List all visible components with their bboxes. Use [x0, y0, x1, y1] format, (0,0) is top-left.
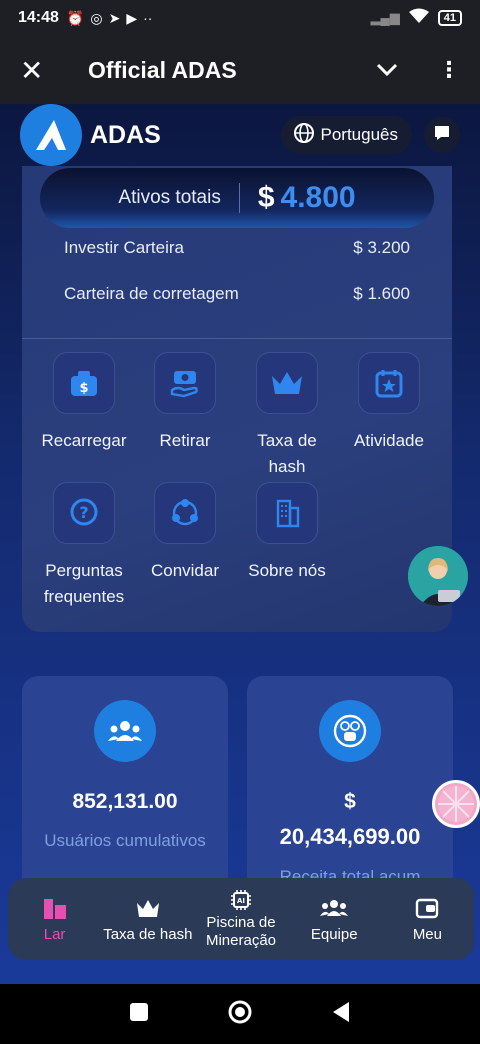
bottom-tab-bar: Lar Taxa de hash AI Piscina de Mineração…	[8, 878, 474, 960]
share-nodes-icon	[154, 482, 216, 544]
wallet-icon	[381, 896, 474, 920]
action-label: Convidar	[150, 561, 220, 580]
home-icon	[8, 896, 101, 920]
chat-button[interactable]	[424, 117, 460, 153]
action-label: Atividade	[354, 431, 424, 450]
action-label: Taxa de hash	[257, 431, 317, 476]
tab-label: Taxa de hash	[103, 925, 193, 943]
wallet-dollar-icon: $	[53, 352, 115, 414]
app-bar: ✕ Official ADAS ⋮	[0, 36, 480, 104]
action-hash-rate[interactable]: Taxa de hash	[237, 352, 337, 480]
divider	[22, 338, 452, 339]
globe-icon	[293, 122, 315, 149]
battery-indicator: 41	[437, 10, 462, 26]
web-page: ADAS Português Ativos totais $ 4.800 Inv…	[0, 104, 480, 984]
action-activity[interactable]: Atividade	[339, 352, 439, 454]
telegram-icon: ➤	[108, 9, 121, 26]
signal-icon: ▂▄▆	[370, 10, 400, 25]
action-about[interactable]: Sobre nós	[237, 482, 337, 584]
crown-icon	[256, 352, 318, 414]
language-label: Português	[320, 125, 399, 144]
back-button[interactable]	[331, 1001, 351, 1028]
wallet-card: Ativos totais $ 4.800 Investir Carteira …	[22, 166, 452, 632]
tab-team[interactable]: Equipe	[288, 896, 381, 943]
action-faq[interactable]: ? Perguntas frequentes	[34, 482, 134, 610]
whatsapp-icon: ◎	[90, 9, 103, 26]
svg-text:AI: AI	[237, 897, 245, 905]
adas-logo	[20, 104, 82, 166]
chevron-down-icon[interactable]	[376, 57, 398, 83]
recents-button[interactable]	[129, 1002, 149, 1027]
svg-text:$: $	[79, 381, 88, 396]
tab-mining-pool[interactable]: AI Piscina de Mineração	[194, 888, 287, 950]
page-title: Official ADAS	[88, 56, 237, 83]
cash-hand-icon	[154, 352, 216, 414]
system-nav-bar	[0, 984, 480, 1044]
wallet-row-value: $ 1.600	[353, 284, 410, 303]
lucky-wheel-icon[interactable]	[432, 780, 480, 828]
brand-name: ADAS	[90, 120, 161, 149]
action-label: Perguntas frequentes	[43, 561, 125, 606]
total-assets-pill: Ativos totais $ 4.800	[40, 168, 434, 228]
tab-label: Meu	[412, 925, 442, 943]
crown-icon	[101, 896, 194, 920]
home-button[interactable]	[227, 999, 253, 1030]
wallet-row-value: $ 3.200	[353, 238, 410, 257]
total-assets-value: 4.800	[280, 181, 356, 214]
stat-value: 852,131.00	[72, 790, 178, 813]
team-icon	[288, 896, 381, 920]
wallet-row-label: Carteira de corretagem	[64, 284, 239, 303]
action-label: Recarregar	[41, 431, 127, 450]
action-invite[interactable]: Convidar	[135, 482, 235, 584]
tab-label: Lar	[43, 925, 66, 943]
svg-text:?: ?	[79, 503, 88, 522]
separator	[238, 183, 240, 213]
youtube-icon: ▶	[126, 9, 138, 26]
tab-me[interactable]: Meu	[381, 896, 474, 943]
action-withdraw[interactable]: Retirar	[135, 352, 235, 454]
wallet-row-label: Investir Carteira	[64, 238, 184, 257]
close-icon[interactable]: ✕	[20, 54, 46, 87]
money-bag-icon	[319, 700, 381, 762]
question-icon: ?	[53, 482, 115, 544]
tab-home[interactable]: Lar	[8, 896, 101, 943]
more-notifications-icon: ··	[143, 10, 153, 26]
users-icon	[94, 700, 156, 762]
stat-value: 20,434,699.00	[279, 824, 421, 849]
tab-hash-rate[interactable]: Taxa de hash	[101, 896, 194, 943]
wifi-icon	[408, 8, 430, 29]
language-selector[interactable]: Português	[280, 116, 412, 154]
tab-label: Equipe	[310, 925, 358, 943]
stat-currency: $	[344, 790, 356, 813]
action-recharge[interactable]: $ Recarregar	[34, 352, 134, 454]
alarm-icon: ⏰	[66, 9, 85, 26]
wallet-row-brokerage: Carteira de corretagem $ 1.600	[64, 284, 410, 304]
message-icon	[433, 124, 451, 147]
action-label: Sobre nós	[248, 561, 326, 580]
total-currency: $	[257, 181, 275, 214]
status-bar: 14:48 ⏰ ◎ ➤ ▶ ·· ▂▄▆ 41	[0, 0, 480, 36]
site-header: ADAS Português	[0, 104, 480, 166]
support-agent-avatar[interactable]	[408, 546, 468, 606]
more-options-icon[interactable]: ⋮	[438, 57, 460, 83]
action-label: Retirar	[159, 431, 211, 450]
calendar-star-icon	[358, 352, 420, 414]
tab-label: Piscina de Mineração	[205, 914, 277, 949]
total-assets-label: Ativos totais	[118, 187, 221, 208]
stat-card-revenue: $ 20,434,699.00 Receita total acum	[247, 676, 453, 896]
wallet-row-invest: Investir Carteira $ 3.200	[64, 238, 410, 258]
ai-chip-icon: AI	[194, 888, 287, 912]
building-icon	[256, 482, 318, 544]
stat-card-users: 852,131.00 Usuários cumulativos	[22, 676, 228, 896]
status-time: 14:48	[18, 9, 59, 26]
stat-label: Usuários cumulativos	[44, 831, 206, 850]
